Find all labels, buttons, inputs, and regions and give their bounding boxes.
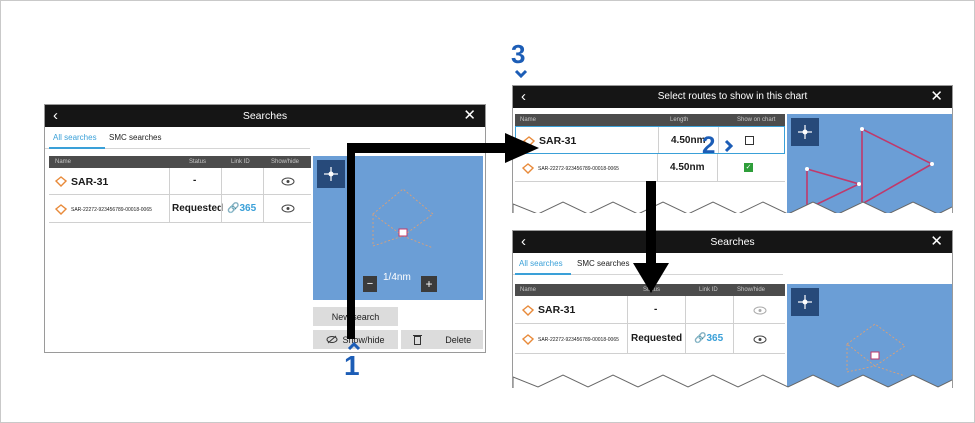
chevron-up-icon bbox=[347, 342, 361, 351]
chevron-down-icon bbox=[514, 69, 528, 78]
flow-arrows bbox=[347, 133, 669, 339]
step-3-callout: 3 bbox=[511, 39, 528, 78]
step-3-number: 3 bbox=[511, 39, 526, 69]
diagram-canvas: ‹ Searches ✕ All searches SMC searches N… bbox=[0, 0, 975, 423]
step-1-number: 1 bbox=[344, 350, 360, 381]
chevron-right-icon bbox=[724, 139, 734, 153]
step-2-callout: 2 bbox=[702, 132, 734, 160]
step-1-callout: 1 bbox=[344, 342, 361, 382]
step-2-number: 2 bbox=[702, 132, 716, 159]
